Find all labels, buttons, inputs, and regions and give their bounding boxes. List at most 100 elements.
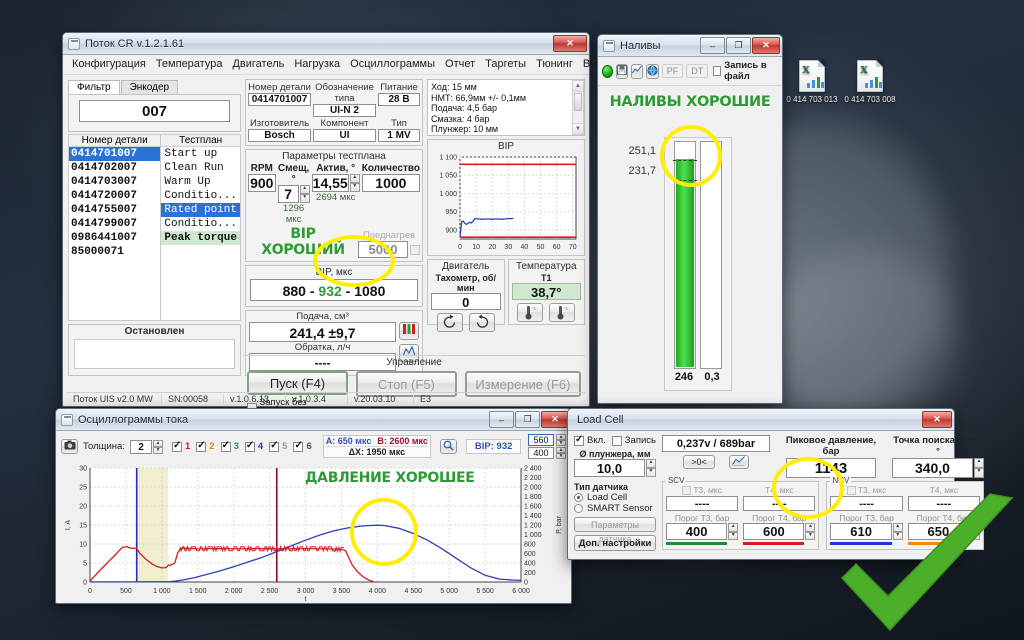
scope-channel-checkbox-2[interactable]: 2 xyxy=(196,441,214,452)
menu-item-7[interactable]: Тюнинг xyxy=(531,57,578,71)
threshold-value[interactable]: 610 xyxy=(830,523,891,540)
scope-toolbar[interactable]: Толщина: 2 ▲▼ 1 2 3 4 5 6 A: 650 мкс B: 2600 … xyxy=(56,431,571,462)
loadcell-window-titlebar[interactable]: Load Cell ✕ xyxy=(568,409,954,431)
part-number-row[interactable]: 0414701007 xyxy=(69,147,160,161)
main-window-titlebar[interactable]: Поток CR v.1.2.1.61 ✕ xyxy=(63,33,589,55)
close-icon[interactable]: ✕ xyxy=(553,35,587,52)
close-icon[interactable]: ✕ xyxy=(541,411,569,428)
testplan-row[interactable]: Conditio... xyxy=(161,189,240,203)
value-offset[interactable]: 7 xyxy=(278,185,299,203)
time-enable-checkbox[interactable] xyxy=(682,486,691,495)
rotate-ccw-icon[interactable] xyxy=(437,313,463,332)
chart-icon[interactable] xyxy=(729,455,749,469)
globe-icon[interactable] xyxy=(646,64,659,79)
main-window[interactable]: Поток CR v.1.2.1.61 ✕ Конфигурация Темпе… xyxy=(62,32,590,407)
range-bottom-input[interactable]: 400 xyxy=(528,447,554,459)
value-quantity[interactable]: 1000 xyxy=(362,174,420,192)
testplan-row[interactable]: Clean Run xyxy=(161,161,240,175)
desktop-icon-0[interactable]: X 0 414 703 013 xyxy=(782,60,842,104)
sensor-option-smart[interactable]: SMART Sensor xyxy=(574,503,656,514)
desktop-icon-1[interactable]: X 0 414 703 008 xyxy=(840,60,900,104)
maximize-icon[interactable]: ❐ xyxy=(515,411,540,428)
filter-input[interactable]: 007 xyxy=(79,100,230,122)
part-number-row[interactable]: 0414720007 xyxy=(69,189,160,203)
value-preheat[interactable]: 5000 xyxy=(358,241,408,258)
threshold-stepper[interactable]: ▲ ▼ xyxy=(893,523,903,540)
testplan-row[interactable]: Start up xyxy=(161,147,240,161)
part-number-row[interactable]: 85000071 xyxy=(69,245,160,259)
threshold-value[interactable]: 650 xyxy=(908,523,969,540)
sensor-option-loadcell[interactable]: Load Cell xyxy=(574,492,656,503)
bars-icon[interactable] xyxy=(399,322,419,340)
loadcell-enabled-checkbox[interactable]: Вкл. xyxy=(574,435,606,446)
scope-channel-checkbox-3[interactable]: 3 xyxy=(221,441,239,452)
magnifier-icon[interactable] xyxy=(440,439,457,454)
range-top-input[interactable]: 560 xyxy=(528,434,554,446)
filter-tabs[interactable]: Фильтр Энкодер xyxy=(68,79,241,94)
threshold-value[interactable]: 400 xyxy=(666,523,727,540)
threshold-stepper[interactable]: ▲ ▼ xyxy=(728,523,738,540)
plunger-value[interactable]: 10,0 xyxy=(574,459,645,477)
zero-search-stepper[interactable]: ▲ ▼ xyxy=(974,458,984,478)
dt-button[interactable]: DT xyxy=(686,64,708,78)
range-top-stepper[interactable]: ▲ ▼ xyxy=(556,434,566,446)
parts-list[interactable]: Номер детали 0414701007 0414702007 0414703… xyxy=(68,134,241,321)
scope-channel-checkbox-1[interactable]: 1 xyxy=(172,441,190,452)
active-stepper[interactable]: ▲ ▼ xyxy=(350,174,360,192)
value-rpm[interactable]: 900 xyxy=(248,174,276,192)
scope-channel-checkbox-4[interactable]: 4 xyxy=(245,441,263,452)
sensor-params-button[interactable]: Параметры датчика xyxy=(574,517,656,532)
conditions-scrollbar[interactable]: ▲ ▼ xyxy=(572,80,584,135)
part-number-row[interactable]: 0414702007 xyxy=(69,161,160,175)
scope-channel-checkbox-5[interactable]: 5 xyxy=(269,441,287,452)
menu-item-3[interactable]: Нагрузка xyxy=(289,57,345,71)
plunger-stepper[interactable]: ▲ ▼ xyxy=(646,459,656,477)
scope-window-titlebar[interactable]: Осциллограммы тока – ❐ ✕ xyxy=(56,409,571,431)
loadcell-window[interactable]: Load Cell ✕ Вкл. Запись Ø плунжера, мм 1… xyxy=(567,408,955,560)
chart-icon[interactable] xyxy=(631,64,643,79)
rotate-cw-icon[interactable] xyxy=(469,313,495,332)
camera-icon[interactable] xyxy=(61,439,78,454)
save-icon[interactable] xyxy=(616,64,628,79)
main-menubar[interactable]: Конфигурация Температура Двигатель Нагру… xyxy=(63,55,589,75)
testplan-row[interactable]: Conditio... xyxy=(161,217,240,231)
maximize-icon[interactable]: ❐ xyxy=(726,37,751,54)
testplan-row[interactable]: Warm Up xyxy=(161,175,240,189)
pf-button[interactable]: PF xyxy=(662,64,684,78)
threshold-stepper[interactable]: ▲ ▼ xyxy=(805,523,815,540)
close-icon[interactable]: ✕ xyxy=(752,37,780,54)
offset-stepper[interactable]: ▲ ▼ xyxy=(300,185,310,203)
part-number-row[interactable]: 0414799007 xyxy=(69,217,160,231)
range-bottom-stepper[interactable]: ▲ ▼ xyxy=(556,447,566,459)
loadcell-record-checkbox[interactable]: Запись xyxy=(612,435,656,446)
preheat-checkbox[interactable] xyxy=(410,245,420,255)
menu-item-4[interactable]: Осциллограммы xyxy=(345,57,440,71)
scope-window[interactable]: Осциллограммы тока – ❐ ✕ Толщина: 2 ▲▼ 1… xyxy=(55,408,572,604)
thickness-value[interactable]: 2 xyxy=(130,440,152,454)
menu-item-5[interactable]: Отчет xyxy=(440,57,480,71)
zero-search-value[interactable]: 340,0 xyxy=(892,458,973,478)
record-to-file-checkbox[interactable]: Запись в файл xyxy=(713,60,778,82)
menu-item-6[interactable]: Таргеты xyxy=(480,57,531,71)
close-icon[interactable]: ✕ xyxy=(922,411,952,428)
thickness-stepper[interactable]: ▲ ▼ xyxy=(153,440,163,454)
menu-item-0[interactable]: Конфигурация xyxy=(67,57,151,71)
minimize-icon[interactable]: – xyxy=(489,411,514,428)
thermometer-icon[interactable]: °C xyxy=(517,303,543,322)
testplan-row[interactable]: Peak torque xyxy=(161,231,240,245)
threshold-value[interactable]: 600 xyxy=(743,523,804,540)
fills-window[interactable]: Наливы – ❐ ✕ PF DT Запись в файл НАЛИВЫ … xyxy=(597,34,783,404)
extra-settings-button[interactable]: Доп. настройки xyxy=(574,535,656,551)
thermometer-icon[interactable]: °C xyxy=(549,303,575,322)
part-number-row[interactable]: 0414755007 xyxy=(69,203,160,217)
tab-encoder[interactable]: Энкодер xyxy=(121,80,179,94)
zero-button[interactable]: >0< xyxy=(683,455,715,469)
time-enable-checkbox[interactable] xyxy=(847,486,856,495)
menu-item-2[interactable]: Двигатель xyxy=(227,57,289,71)
fills-window-titlebar[interactable]: Наливы – ❐ ✕ xyxy=(598,35,782,57)
part-number-row[interactable]: 0414703007 xyxy=(69,175,160,189)
testplan-row[interactable]: Rated point xyxy=(161,203,240,217)
menu-item-1[interactable]: Температура xyxy=(151,57,228,71)
part-number-row[interactable]: 0986441007 xyxy=(69,231,160,245)
tab-filter[interactable]: Фильтр xyxy=(68,80,120,94)
